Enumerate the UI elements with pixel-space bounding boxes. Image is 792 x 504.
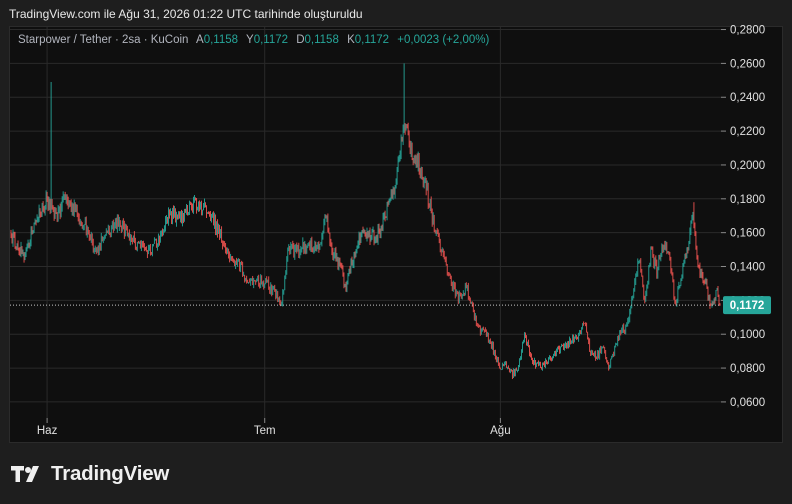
y-tick-label: 0,2600 <box>730 58 765 70</box>
y-axis[interactable]: 0,06000,08000,10000,12000,14000,16000,18… <box>721 25 765 409</box>
legend-close-value: 0,1172 <box>354 34 390 46</box>
x-tick-label: Ağu <box>490 425 510 437</box>
y-tick-label: 0,0800 <box>730 363 765 375</box>
legend-low-value: 0,1158 <box>304 34 339 46</box>
legend-high-value: 0,1172 <box>253 34 289 46</box>
legend-close-label: K <box>347 34 355 46</box>
y-tick-label: 0,2200 <box>730 126 765 138</box>
legend-open-label: A <box>196 34 204 46</box>
y-tick-label: 0,2400 <box>730 92 765 104</box>
candlestick-chart[interactable]: 0,06000,08000,10000,12000,14000,16000,18… <box>0 0 792 504</box>
last-price-label: 0,1172 <box>730 300 765 312</box>
y-tick-label: 0,1800 <box>730 194 765 206</box>
legend-low-label: D <box>296 34 305 46</box>
x-tick-label: Tem <box>254 425 276 437</box>
y-tick-label: 0,2000 <box>730 160 765 172</box>
legend-open-value: 0,1158 <box>203 34 239 46</box>
candles <box>10 63 721 380</box>
brand-name: TradingView <box>51 462 170 485</box>
tradingview-logo-icon <box>11 466 39 482</box>
y-tick-label: 0,2800 <box>730 25 765 37</box>
last-price-marker: 0,1172 <box>10 296 771 315</box>
tradingview-brand[interactable]: TradingView <box>11 461 169 487</box>
y-tick-label: 0,0600 <box>730 397 765 409</box>
chart-legend: Starpower / Tether · 2sa · KuCoin A0,115… <box>18 34 489 46</box>
x-tick-label: Haz <box>37 425 58 437</box>
legend-high-label: Y <box>246 34 254 46</box>
legend-symbol: Starpower / Tether · 2sa · KuCoin <box>18 34 189 46</box>
legend-change: +0,0023 (+2,00%) <box>397 34 490 46</box>
y-tick-label: 0,1000 <box>730 329 765 341</box>
y-tick-label: 0,1600 <box>730 228 765 240</box>
y-tick-label: 0,1400 <box>730 262 765 274</box>
x-axis[interactable]: Haz Tem Ağu <box>37 418 511 437</box>
